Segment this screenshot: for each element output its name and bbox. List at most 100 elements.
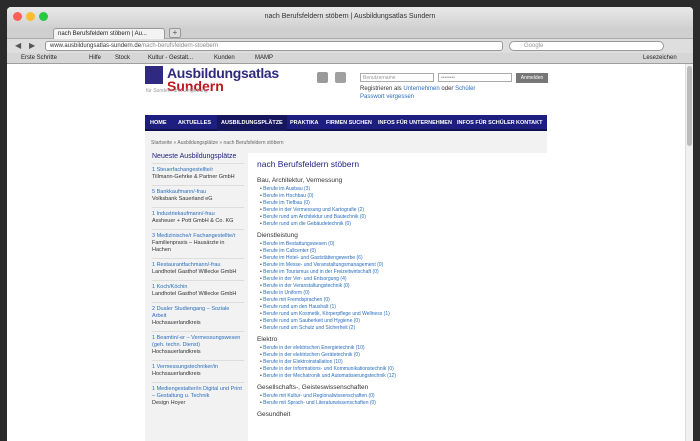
username-input[interactable]: Benutzername — [360, 73, 434, 82]
bookmark-item[interactable]: Kultur - Gestalt... — [148, 55, 193, 61]
category-link[interactable]: Berufe im Ausbau (3) — [260, 186, 541, 193]
nav-kontakt[interactable]: KONTAKT — [516, 120, 542, 126]
category-link[interactable]: Berufe in der elektrischen Gerätetechnik… — [260, 352, 541, 359]
sidebar: Neueste Ausbildungsplätze 1 Steuerfachan… — [152, 153, 244, 411]
nav-infos-unternehmen[interactable]: INFOS FÜR UNTERNEHMEN — [378, 120, 452, 126]
category-link[interactable]: Berufe in der Informations- und Kommunik… — [260, 366, 541, 373]
rss-icon[interactable] — [335, 72, 346, 83]
job-company: Familienpraxis – Hausärzte in Hachen — [152, 240, 225, 253]
job-link[interactable]: 1 Beamtin/-er – Vermessungswesen (geh. t… — [152, 335, 244, 349]
category-link[interactable]: Berufe rund um die Gebäudetechnik (0) — [260, 221, 541, 228]
category-list: Bau, Architektur, Vermessung Berufe im Au… — [254, 177, 541, 418]
register-student-link[interactable]: Schüler — [455, 86, 475, 92]
category-link[interactable]: Berufe im Callcenter (0) — [260, 248, 541, 255]
title-bar: nach Berufsfeldern stöbern | Ausbildungs… — [7, 7, 693, 27]
category-link[interactable]: Berufe in der Veranstaltungstechnik (0) — [260, 283, 541, 290]
list-item: 1 Koch/Köchin Landhotel Gasthof Willecke … — [152, 280, 244, 302]
logo-icon — [145, 66, 163, 84]
category-link[interactable]: Berufe im Bestattungswesen (0) — [260, 241, 541, 248]
job-company: Volksbank Sauerland eG — [152, 196, 213, 202]
nav-firmen-suchen[interactable]: FIRMEN SUCHEN — [326, 120, 372, 126]
category-link[interactable]: Berufe mit Kultur- und Regionalwissensch… — [260, 393, 541, 400]
password-input[interactable]: •••••••• — [438, 73, 512, 82]
job-link[interactable]: 1 Industriekaufmann/-frau — [152, 211, 244, 218]
category-link[interactable]: Berufe in der Ver- und Entsorgung (4) — [260, 276, 541, 283]
forward-icon[interactable]: ▶ — [29, 41, 35, 51]
breadcrumb[interactable]: Startseite » Ausbildungsplätze » nach Be… — [151, 140, 284, 146]
bookmark-item[interactable]: Stock — [115, 55, 130, 61]
bookmark-item[interactable]: Kunden — [214, 55, 235, 61]
category-link[interactable]: Berufe im Messe- und Veranstaltungsmanag… — [260, 262, 541, 269]
web-page: Ausbildungsatlas Sundern für Sundern und… — [7, 64, 693, 441]
job-company: Design Hoyer — [152, 400, 186, 406]
bookmark-item[interactable]: MAMP — [255, 55, 273, 61]
list-item: 1 Vermessungstechniker/in Hochsauerlandkr… — [152, 360, 244, 382]
category-heading: Bau, Architektur, Vermessung — [257, 177, 343, 184]
list-item: 3 Medizinische/r Fachangestellte/r Famili… — [152, 229, 244, 258]
url-bar[interactable]: www.ausbildungsatlas-sundern.de/nach-ber… — [45, 41, 503, 51]
nav-infos-schueler[interactable]: INFOS FÜR SCHÜLER — [457, 120, 515, 126]
category-heading: Gesundheit — [257, 411, 291, 418]
list-item: 1 Steuerfachangestellte/r Tillmann-Gehrke… — [152, 163, 244, 185]
nav-ausbildungsplaetze[interactable]: AUSBILDUNGSPLÄTZE — [217, 115, 287, 131]
category-link[interactable]: Berufe rund um Kosmetik, Körperpflege un… — [260, 311, 541, 318]
job-link[interactable]: 1 Restaurantfachmann/-frau — [152, 262, 244, 269]
main-column: nach Berufsfeldern stöbern Bau, Architek… — [248, 153, 547, 441]
job-link[interactable]: 1 Mediengestalter/in Digital und Print –… — [152, 386, 244, 400]
new-tab-button[interactable]: + — [169, 28, 181, 38]
url-domain: www.ausbildungsatlas-sundern.de — [50, 43, 142, 49]
category-link[interactable]: Berufe im Tourismus und in der Freizeitw… — [260, 269, 541, 276]
login-button[interactable]: Anmelden — [516, 73, 548, 83]
job-company: Hochsauerlandkreis — [152, 320, 201, 326]
list-item: 5 Bankkaufmann/-frau Volksbank Sauerland … — [152, 185, 244, 207]
category-link[interactable]: Berufe im Tiefbau (0) — [260, 200, 541, 207]
job-link[interactable]: 1 Steuerfachangestellte/r — [152, 167, 244, 174]
scrollbar-thumb[interactable] — [687, 66, 692, 146]
register-text: Registrieren als Unternehmen oder Schüle… — [360, 86, 476, 100]
job-link[interactable]: 3 Medizinische/r Fachangestellte/r — [152, 233, 244, 240]
category-link[interactable]: Berufe rund um Sauberkeit und Hygiene (0… — [260, 318, 541, 325]
forgot-password-link[interactable]: Passwort vergessen — [360, 94, 414, 100]
main-navigation: HOME AKTUELLES AUSBILDUNGSPLÄTZE PRAKTIK… — [145, 115, 547, 131]
bookmarks-bar: Erste Schritte Hilfe Stock Kultur - Gest… — [7, 53, 693, 64]
job-company: Hochsauerlandkreis — [152, 349, 201, 355]
list-item: 1 Industriekaufmann/-frau Assheuer + Pott… — [152, 207, 244, 229]
nav-aktuelles[interactable]: AKTUELLES — [178, 120, 211, 126]
bookmark-item[interactable]: Erste Schritte — [21, 55, 57, 61]
browser-window: nach Berufsfeldern stöbern | Ausbildungs… — [7, 7, 693, 441]
category-link[interactable]: Berufe in der Vermessung und Kartografie… — [260, 207, 541, 214]
category-link[interactable]: Berufe in Uniform (0) — [260, 290, 541, 297]
reading-list[interactable]: Lesezeichen — [643, 55, 677, 61]
browser-tab[interactable]: nach Berufsfeldern stöbern | Au... — [53, 28, 165, 39]
job-link[interactable]: 5 Bankkaufmann/-frau — [152, 189, 244, 196]
job-company: Hochsauerlandkreis — [152, 371, 201, 377]
job-company: Assheuer + Pott GmbH & Co. KG — [152, 218, 234, 224]
window-title: nach Berufsfeldern stöbern | Ausbildungs… — [264, 13, 436, 20]
list-item: 1 Beamtin/-er – Vermessungswesen (geh. t… — [152, 331, 244, 360]
category-link[interactable]: Berufe im Hochbau (0) — [260, 193, 541, 200]
category-link[interactable]: Berufe in der Elektroinstallation (10) — [260, 359, 541, 366]
nav-praktika[interactable]: PRAKTIKA — [290, 120, 318, 126]
nav-home[interactable]: HOME — [150, 120, 167, 126]
category-link[interactable]: Berufe in der Mechatronik und Automatisi… — [260, 373, 541, 380]
tab-bar: nach Berufsfeldern stöbern | Au... + — [7, 27, 693, 39]
category-link[interactable]: Berufe rund um den Haushalt (1) — [260, 304, 541, 311]
job-link[interactable]: 1 Vermessungstechniker/in — [152, 364, 244, 371]
category-link[interactable]: Berufe im Hotel- und Gaststättengewerbe … — [260, 255, 541, 262]
category-link[interactable]: Berufe mit Sprach- und Literaturwissensc… — [260, 400, 541, 407]
category-link[interactable]: Berufe mit Fremdsprachen (0) — [260, 297, 541, 304]
scrollbar[interactable] — [685, 64, 693, 441]
job-company: Landhotel Gasthof Willecke GmbH — [152, 291, 237, 297]
facebook-icon[interactable] — [317, 72, 328, 83]
category-heading: Elektro — [257, 336, 278, 343]
list-item: 1 Restaurantfachmann/-frau Landhotel Gast… — [152, 258, 244, 280]
category-link[interactable]: Berufe in der elektrischen Energietechni… — [260, 345, 541, 352]
back-icon[interactable]: ◀ — [15, 41, 21, 51]
bookmark-item[interactable]: Hilfe — [89, 55, 101, 61]
search-input[interactable]: Google — [509, 41, 664, 51]
job-link[interactable]: 1 Koch/Köchin — [152, 284, 244, 291]
category-link[interactable]: Berufe rund um Schutz und Sicherheit (2) — [260, 325, 541, 332]
category-link[interactable]: Berufe rund um Architektur und Bautechni… — [260, 214, 541, 221]
job-link[interactable]: 2 Dualer Studiengang – Soziale Arbeit — [152, 306, 244, 320]
register-company-link[interactable]: Unternehmen — [403, 86, 439, 92]
